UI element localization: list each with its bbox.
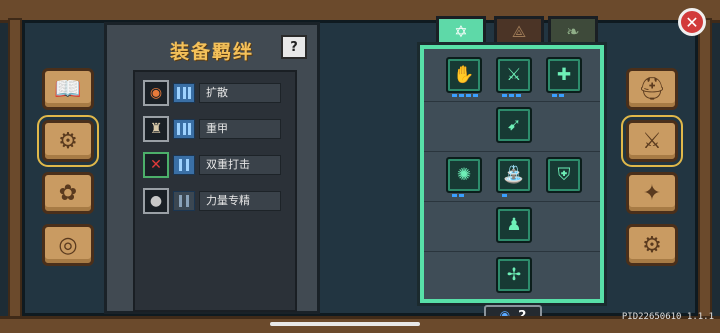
- skill-node[interactable]: ⚔: [496, 57, 532, 97]
- category-weapons-button[interactable]: ⚔: [621, 115, 683, 167]
- equipment-bond-panel: 装备羁绊 ? ◉ 扩散 ♜ 重甲 ✕ 双重打击 ● 力量专精: [104, 22, 320, 314]
- skill-node[interactable]: ⛲: [496, 157, 532, 197]
- fan-icon: ✢: [506, 265, 522, 285]
- skill-node[interactable]: ✺: [446, 157, 482, 197]
- gears-icon: ⚙: [58, 128, 78, 154]
- tree-divider: [424, 251, 600, 252]
- bond-name: 扩散: [199, 83, 281, 103]
- bond-name: 双重打击: [199, 155, 281, 175]
- cog-icon: ⚙: [642, 232, 662, 258]
- tree-divider: [424, 101, 600, 102]
- bond-level-indicator: [173, 119, 195, 139]
- skill-node[interactable]: ✋: [446, 57, 482, 97]
- shield-icon: ⛨: [557, 165, 571, 185]
- ghost-hand-icon: ✋: [453, 65, 475, 85]
- category-settings-button[interactable]: ⚙: [626, 224, 678, 266]
- wooden-frame-left: [8, 18, 22, 319]
- bond-row-heavy-armor[interactable]: ♜ 重甲: [143, 116, 293, 142]
- category-pet-button[interactable]: ✿: [42, 172, 94, 214]
- home-indicator[interactable]: [270, 322, 420, 326]
- build-id: PID22650610 1.1.1: [621, 312, 714, 322]
- bond-name: 重甲: [199, 119, 281, 139]
- bond-row-spread[interactable]: ◉ 扩散: [143, 80, 293, 106]
- crossed-swords-icon: ⚔: [642, 128, 662, 154]
- slash-icon: ⚔: [506, 65, 522, 85]
- category-equipment-button[interactable]: ⚙: [37, 115, 99, 167]
- close-button[interactable]: ✕: [678, 8, 706, 36]
- tab-talent-tree[interactable]: ✡: [436, 16, 486, 44]
- category-vehicle-button[interactable]: ◎: [42, 224, 94, 266]
- drill-icon: ➹: [506, 115, 522, 135]
- bond-row-strength-mastery[interactable]: ● 力量专精: [143, 188, 293, 214]
- bond-level-indicator: [173, 191, 195, 211]
- crossed-slash-icon: ✕: [143, 152, 169, 178]
- help-button[interactable]: ?: [281, 35, 307, 59]
- category-book-button[interactable]: 📖: [42, 68, 94, 110]
- bond-level-indicator: [173, 155, 195, 175]
- fountain-icon: ⛲: [503, 165, 525, 185]
- talent-tree: ✋ ⚔ ✚ ➹ ✺ ⛲ ⛨ ♟ ✢: [420, 45, 604, 303]
- tree-divider: [424, 201, 600, 202]
- fist-icon: ●: [143, 188, 169, 214]
- tree-divider: [424, 151, 600, 152]
- skill-node[interactable]: ✢: [496, 257, 532, 293]
- star-burst-icon: ✦: [642, 180, 662, 206]
- claw-icon: ⟁: [511, 21, 527, 41]
- category-skill-button[interactable]: ✦: [626, 172, 678, 214]
- turret-icon: ♟: [506, 215, 522, 235]
- armor-icon: ♜: [143, 116, 169, 142]
- skill-node[interactable]: ♟: [496, 207, 532, 243]
- gear-burst-icon: ✺: [456, 165, 472, 185]
- leaf-icon: ❧: [566, 22, 580, 41]
- helmet-icon: ⛑: [638, 76, 666, 102]
- wooden-frame-right: [698, 18, 712, 319]
- paw-icon: ✿: [58, 180, 78, 206]
- bond-row-double-strike[interactable]: ✕ 双重打击: [143, 152, 293, 178]
- orange-ring-icon: ◉: [143, 80, 169, 106]
- heal-cross-icon: ✚: [556, 65, 572, 85]
- tab-leaf[interactable]: ❧: [548, 16, 598, 44]
- category-helmet-button[interactable]: ⛑: [626, 68, 678, 110]
- hexagram-icon: ✡: [454, 22, 468, 41]
- bond-name: 力量专精: [199, 191, 281, 211]
- bond-list: ◉ 扩散 ♜ 重甲 ✕ 双重打击 ● 力量专精: [133, 70, 297, 312]
- steering-wheel-icon: ◎: [58, 232, 78, 258]
- skill-node[interactable]: ⛨: [546, 157, 582, 193]
- tab-claw[interactable]: ⟁: [494, 16, 544, 44]
- book-icon: 📖: [54, 76, 82, 102]
- bond-level-indicator: [173, 83, 195, 103]
- skill-node[interactable]: ➹: [496, 107, 532, 143]
- skill-node[interactable]: ✚: [546, 57, 582, 97]
